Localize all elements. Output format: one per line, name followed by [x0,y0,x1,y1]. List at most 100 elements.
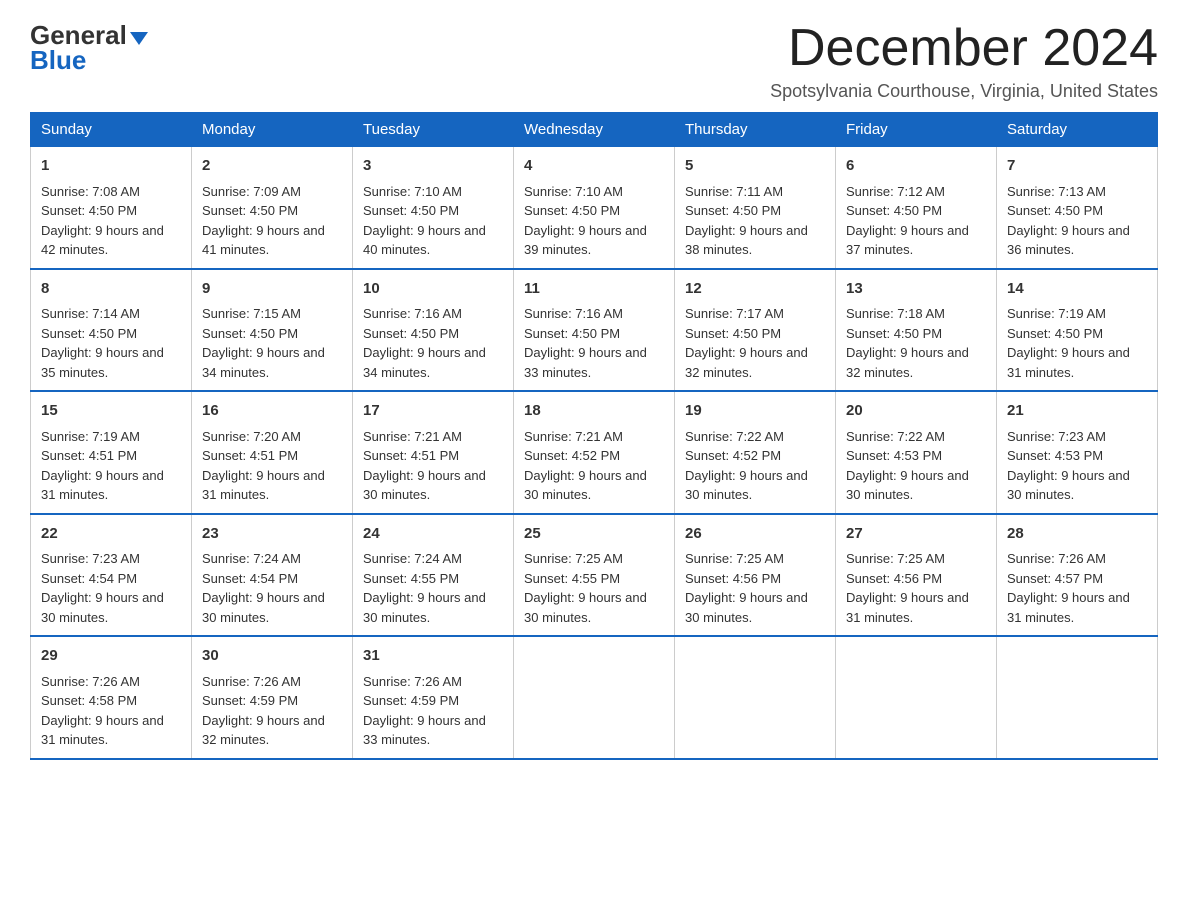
daylight-line: Daylight: 9 hours and 33 minutes. [524,343,664,382]
daylight-line: Daylight: 9 hours and 32 minutes. [685,343,825,382]
daylight-line: Daylight: 9 hours and 30 minutes. [363,588,503,627]
day-number: 14 [1007,278,1147,301]
sunrise-line: Sunrise: 7:17 AM [685,304,825,324]
day-number: 20 [846,400,986,423]
sunset-line: Sunset: 4:50 PM [846,201,986,221]
daylight-line: Daylight: 9 hours and 42 minutes. [41,221,181,260]
sunset-line: Sunset: 4:52 PM [524,446,664,466]
day-number: 13 [846,278,986,301]
daylight-line: Daylight: 9 hours and 31 minutes. [1007,588,1147,627]
calendar-cell: 8Sunrise: 7:14 AMSunset: 4:50 PMDaylight… [31,269,192,392]
calendar-cell: 17Sunrise: 7:21 AMSunset: 4:51 PMDayligh… [353,391,514,514]
daylight-line: Daylight: 9 hours and 31 minutes. [1007,343,1147,382]
day-number: 6 [846,155,986,178]
day-number: 23 [202,523,342,546]
sunrise-line: Sunrise: 7:21 AM [363,427,503,447]
sunrise-line: Sunrise: 7:25 AM [846,549,986,569]
daylight-line: Daylight: 9 hours and 41 minutes. [202,221,342,260]
day-number: 9 [202,278,342,301]
calendar-week-3: 15Sunrise: 7:19 AMSunset: 4:51 PMDayligh… [31,391,1158,514]
calendar-cell: 5Sunrise: 7:11 AMSunset: 4:50 PMDaylight… [675,147,836,269]
day-number: 1 [41,155,181,178]
sunrise-line: Sunrise: 7:14 AM [41,304,181,324]
sunrise-line: Sunrise: 7:10 AM [524,182,664,202]
calendar-cell: 16Sunrise: 7:20 AMSunset: 4:51 PMDayligh… [192,391,353,514]
sunrise-line: Sunrise: 7:26 AM [1007,549,1147,569]
calendar-cell: 27Sunrise: 7:25 AMSunset: 4:56 PMDayligh… [836,514,997,637]
daylight-line: Daylight: 9 hours and 30 minutes. [524,466,664,505]
month-title: December 2024 [770,20,1158,77]
sunrise-line: Sunrise: 7:08 AM [41,182,181,202]
day-number: 22 [41,523,181,546]
sunset-line: Sunset: 4:50 PM [685,201,825,221]
sunset-line: Sunset: 4:50 PM [524,201,664,221]
daylight-line: Daylight: 9 hours and 39 minutes. [524,221,664,260]
sunset-line: Sunset: 4:50 PM [363,324,503,344]
daylight-line: Daylight: 9 hours and 36 minutes. [1007,221,1147,260]
sunset-line: Sunset: 4:50 PM [846,324,986,344]
logo-arrow-icon [130,32,148,45]
calendar-cell: 26Sunrise: 7:25 AMSunset: 4:56 PMDayligh… [675,514,836,637]
sunset-line: Sunset: 4:53 PM [1007,446,1147,466]
sunrise-line: Sunrise: 7:13 AM [1007,182,1147,202]
sunset-line: Sunset: 4:50 PM [41,324,181,344]
calendar-cell [997,636,1158,759]
daylight-line: Daylight: 9 hours and 37 minutes. [846,221,986,260]
calendar-cell: 20Sunrise: 7:22 AMSunset: 4:53 PMDayligh… [836,391,997,514]
daylight-line: Daylight: 9 hours and 31 minutes. [41,466,181,505]
day-number: 29 [41,645,181,668]
sunset-line: Sunset: 4:54 PM [41,569,181,589]
sunset-line: Sunset: 4:50 PM [202,324,342,344]
sunrise-line: Sunrise: 7:19 AM [41,427,181,447]
header-day-monday: Monday [192,113,353,147]
sunset-line: Sunset: 4:51 PM [363,446,503,466]
sunset-line: Sunset: 4:50 PM [202,201,342,221]
sunrise-line: Sunrise: 7:24 AM [363,549,503,569]
sunset-line: Sunset: 4:58 PM [41,691,181,711]
calendar-cell: 14Sunrise: 7:19 AMSunset: 4:50 PMDayligh… [997,269,1158,392]
calendar-week-2: 8Sunrise: 7:14 AMSunset: 4:50 PMDaylight… [31,269,1158,392]
header-day-friday: Friday [836,113,997,147]
day-number: 12 [685,278,825,301]
day-number: 4 [524,155,664,178]
day-number: 21 [1007,400,1147,423]
calendar-header-row: SundayMondayTuesdayWednesdayThursdayFrid… [31,113,1158,147]
sunrise-line: Sunrise: 7:21 AM [524,427,664,447]
calendar-cell: 7Sunrise: 7:13 AMSunset: 4:50 PMDaylight… [997,147,1158,269]
sunset-line: Sunset: 4:50 PM [41,201,181,221]
header-day-thursday: Thursday [675,113,836,147]
sunrise-line: Sunrise: 7:26 AM [363,672,503,692]
daylight-line: Daylight: 9 hours and 30 minutes. [524,588,664,627]
sunrise-line: Sunrise: 7:26 AM [202,672,342,692]
header-day-wednesday: Wednesday [514,113,675,147]
sunset-line: Sunset: 4:50 PM [1007,201,1147,221]
day-number: 25 [524,523,664,546]
daylight-line: Daylight: 9 hours and 30 minutes. [202,588,342,627]
sunrise-line: Sunrise: 7:26 AM [41,672,181,692]
day-number: 16 [202,400,342,423]
sunset-line: Sunset: 4:55 PM [363,569,503,589]
day-number: 19 [685,400,825,423]
daylight-line: Daylight: 9 hours and 31 minutes. [202,466,342,505]
sunset-line: Sunset: 4:53 PM [846,446,986,466]
calendar-cell: 4 Sunrise: 7:10 AMSunset: 4:50 PMDaylight… [514,147,675,269]
daylight-line: Daylight: 9 hours and 31 minutes. [41,711,181,750]
sunrise-line: Sunrise: 7:22 AM [685,427,825,447]
day-number: 27 [846,523,986,546]
sunset-line: Sunset: 4:50 PM [363,201,503,221]
calendar-table: SundayMondayTuesdayWednesdayThursdayFrid… [30,112,1158,760]
calendar-cell: 6Sunrise: 7:12 AMSunset: 4:50 PMDaylight… [836,147,997,269]
sunset-line: Sunset: 4:50 PM [524,324,664,344]
sunrise-line: Sunrise: 7:25 AM [685,549,825,569]
daylight-line: Daylight: 9 hours and 31 minutes. [846,588,986,627]
daylight-line: Daylight: 9 hours and 34 minutes. [202,343,342,382]
sunrise-line: Sunrise: 7:23 AM [1007,427,1147,447]
title-block: December 2024 Spotsylvania Courthouse, V… [770,20,1158,102]
calendar-cell: 21Sunrise: 7:23 AMSunset: 4:53 PMDayligh… [997,391,1158,514]
calendar-cell: 30Sunrise: 7:26 AMSunset: 4:59 PMDayligh… [192,636,353,759]
calendar-cell: 13Sunrise: 7:18 AMSunset: 4:50 PMDayligh… [836,269,997,392]
calendar-week-4: 22Sunrise: 7:23 AMSunset: 4:54 PMDayligh… [31,514,1158,637]
calendar-cell: 11Sunrise: 7:16 AMSunset: 4:50 PMDayligh… [514,269,675,392]
calendar-cell: 2Sunrise: 7:09 AMSunset: 4:50 PMDaylight… [192,147,353,269]
logo: General Blue [30,20,148,76]
